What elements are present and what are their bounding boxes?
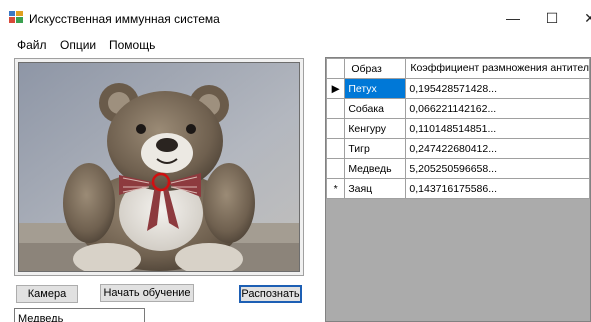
- table-row[interactable]: Собака 0,066221142162...: [325, 98, 590, 119]
- table-row[interactable]: ▶ Петух 0,195428571428...: [325, 78, 590, 99]
- results-grid[interactable]: Образ Коэффициент размножения антител ▶ …: [325, 57, 591, 322]
- cell-pattern[interactable]: Заяц: [344, 178, 407, 199]
- row-selector[interactable]: [325, 118, 346, 139]
- cell-coefficient[interactable]: 5,205250596658...: [405, 158, 590, 179]
- table-row[interactable]: Кенгуру 0,110148514851...: [325, 118, 590, 139]
- cell-coefficient[interactable]: 0,195428571428...: [405, 78, 590, 99]
- train-button[interactable]: Начать обучение: [100, 284, 194, 302]
- title-bar: Искусственная иммунная система — ☐ ✕: [0, 0, 591, 34]
- cell-pattern[interactable]: Медведь: [344, 158, 407, 179]
- cell-coefficient[interactable]: 0,143716175586...: [405, 178, 590, 199]
- app-icon: [9, 11, 23, 23]
- row-selector[interactable]: ▶: [325, 78, 346, 99]
- close-button[interactable]: ✕: [570, 6, 591, 30]
- menu-options[interactable]: Опции: [60, 38, 96, 52]
- minimize-button[interactable]: —: [493, 6, 533, 30]
- column-header-pattern[interactable]: Образ: [344, 58, 407, 79]
- cell-pattern[interactable]: Петух: [344, 78, 407, 99]
- grid-corner-cell[interactable]: [325, 58, 346, 79]
- row-selector[interactable]: [325, 158, 346, 179]
- table-row-new[interactable]: * Заяц 0,143716175586...: [325, 178, 590, 199]
- result-textbox[interactable]: Медведь: [14, 308, 145, 322]
- camera-image[interactable]: [18, 62, 300, 272]
- row-selector[interactable]: [325, 98, 346, 119]
- teddy-bear-photo: [19, 63, 299, 271]
- results-table: Образ Коэффициент размножения антител ▶ …: [325, 58, 590, 199]
- menu-help[interactable]: Помощь: [109, 38, 155, 52]
- window-title: Искусственная иммунная система: [29, 12, 220, 26]
- cell-pattern[interactable]: Кенгуру: [344, 118, 407, 139]
- table-row[interactable]: Тигр 0,247422680412...: [325, 138, 590, 159]
- cell-coefficient[interactable]: 0,066221142162...: [405, 98, 590, 119]
- column-header-coefficient[interactable]: Коэффициент размножения антител: [405, 58, 590, 79]
- cell-coefficient[interactable]: 0,247422680412...: [405, 138, 590, 159]
- menu-file[interactable]: Файл: [17, 38, 47, 52]
- camera-button[interactable]: Камера: [16, 285, 78, 303]
- cell-pattern[interactable]: Тигр: [344, 138, 407, 159]
- camera-panel: [14, 58, 304, 276]
- grid-header-row: Образ Коэффициент размножения антител: [325, 58, 590, 79]
- row-selector[interactable]: [325, 138, 346, 159]
- table-row[interactable]: Медведь 5,205250596658...: [325, 158, 590, 179]
- cell-pattern[interactable]: Собака: [344, 98, 407, 119]
- new-row-marker[interactable]: *: [325, 178, 346, 199]
- cell-coefficient[interactable]: 0,110148514851...: [405, 118, 590, 139]
- maximize-button[interactable]: ☐: [532, 6, 572, 30]
- menu-bar: Файл Опции Помощь: [0, 34, 591, 54]
- recognize-button[interactable]: Распознать: [239, 285, 302, 303]
